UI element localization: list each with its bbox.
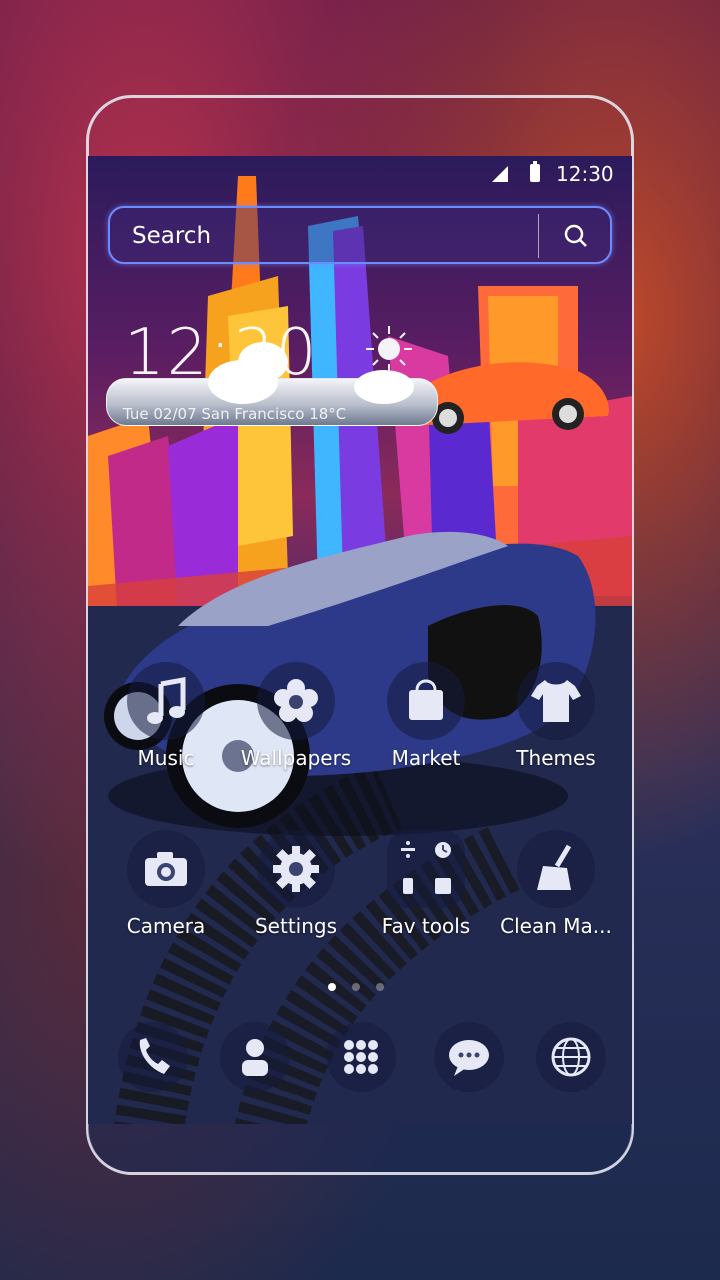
tools-grid-icon [387, 830, 465, 908]
app-label: Settings [254, 914, 338, 938]
broom-icon [517, 830, 595, 908]
app-clean-master[interactable]: Clean Ma... [496, 830, 616, 938]
phone-icon[interactable] [118, 1022, 188, 1092]
status-time: 12:30 [556, 162, 614, 186]
cloud-decoration [354, 370, 414, 404]
status-bar: 12:30 [88, 156, 632, 196]
screen-bottom-area [88, 1124, 632, 1172]
signal-icon [492, 166, 508, 182]
app-label: Camera [126, 914, 206, 938]
messages-icon[interactable] [434, 1022, 504, 1092]
app-wallpapers[interactable]: Wallpapers [236, 662, 356, 770]
app-fav-tools[interactable]: Fav tools [366, 830, 486, 938]
app-label: Fav tools [381, 914, 471, 938]
battery-icon [530, 161, 540, 182]
cloud-decoration [238, 342, 288, 382]
app-label: Market [391, 746, 461, 770]
tshirt-icon [517, 662, 595, 740]
app-label: Clean Ma... [500, 914, 612, 938]
search-divider [538, 214, 539, 258]
gear-icon [257, 830, 335, 908]
page-dot[interactable] [376, 983, 384, 991]
camera-icon [127, 830, 205, 908]
page-dot[interactable] [328, 983, 336, 991]
shopping-bag-icon [387, 662, 465, 740]
search-icon[interactable] [562, 222, 590, 250]
app-camera[interactable]: Camera [106, 830, 226, 938]
app-drawer-icon[interactable] [326, 1022, 396, 1092]
app-themes[interactable]: Themes [496, 662, 616, 770]
search-placeholder: Search [132, 223, 212, 249]
app-music[interactable]: Music [106, 662, 226, 770]
page-dot[interactable] [352, 983, 360, 991]
weather-sun-icon [364, 324, 414, 374]
music-note-icon [127, 662, 205, 740]
app-label: Themes [516, 746, 596, 770]
browser-globe-icon[interactable] [536, 1022, 606, 1092]
app-market[interactable]: Market [366, 662, 486, 770]
page-indicator [320, 976, 392, 995]
search-bar[interactable]: Search [108, 206, 612, 264]
weather-info: Tue 02/07 San Francisco 18°C [123, 405, 347, 423]
contacts-icon[interactable] [220, 1022, 290, 1092]
app-settings[interactable]: Settings [236, 830, 356, 938]
app-label: Wallpapers [240, 746, 352, 770]
app-label: Music [137, 746, 195, 770]
home-screen: 12:30 Search 12:30 Tue 02/07 San Francis… [88, 156, 632, 1124]
flower-icon [257, 662, 335, 740]
